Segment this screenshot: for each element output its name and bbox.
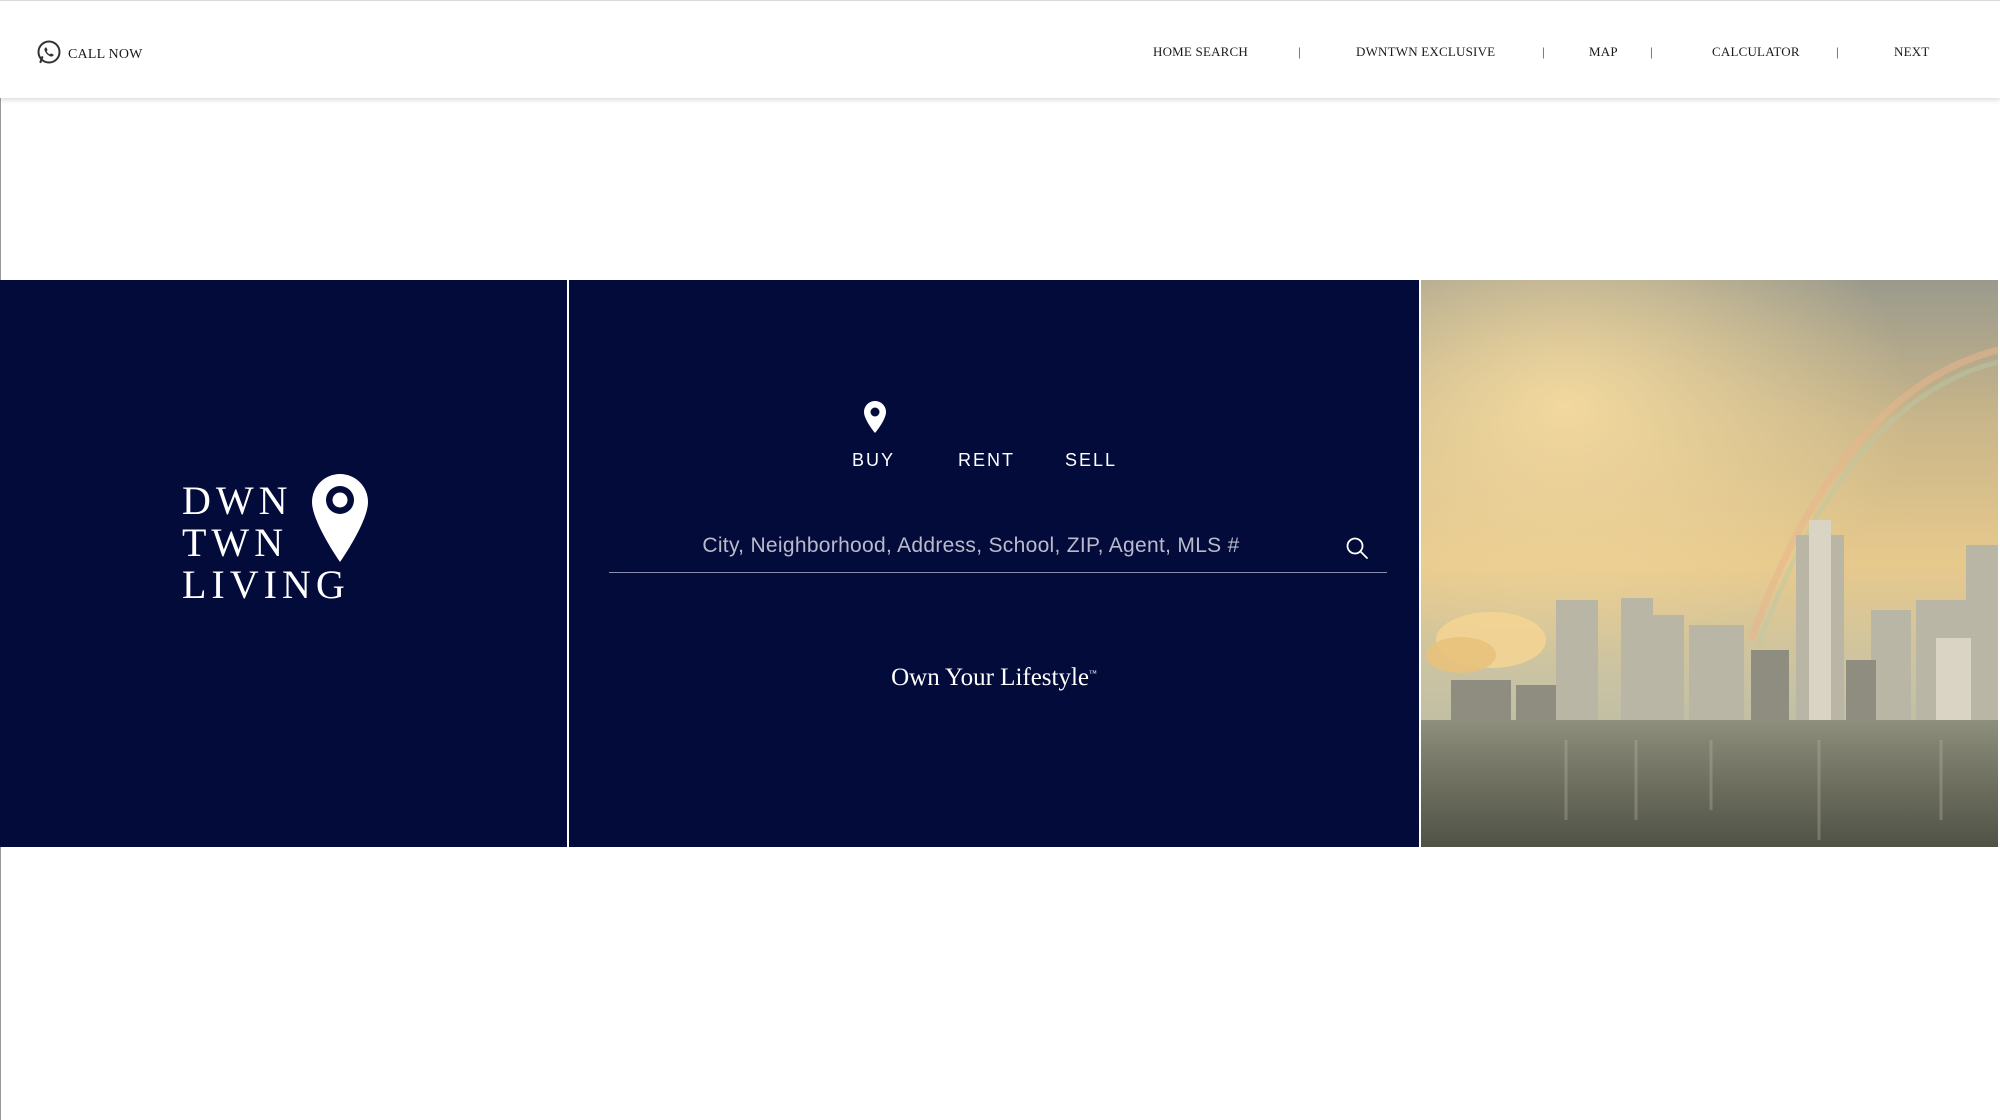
search-box <box>609 520 1387 573</box>
search-tabs: BUY RENT SELL <box>569 400 1419 470</box>
logo-panel: DWN TWN LIVING <box>0 280 567 847</box>
hero-section: DWN TWN LIVING BUY RENT SELL City, Neigh… <box>0 280 2000 847</box>
trademark-mark: ™ <box>1089 668 1097 678</box>
tab-rent[interactable]: RENT <box>958 450 1015 471</box>
nav-separator: | <box>1650 44 1653 59</box>
nav-next[interactable]: NEXT <box>1894 44 1929 60</box>
brand-logo[interactable]: DWN TWN LIVING <box>182 474 368 606</box>
main-navigation: HOME SEARCH | DWNTWN EXCLUSIVE | MAP | C… <box>0 44 2000 64</box>
nav-calculator[interactable]: CALCULATOR <box>1712 44 1800 60</box>
city-skyline-photo <box>1421 280 1998 847</box>
search-panel: BUY RENT SELL Own Your Lifestyle™ <box>569 280 1419 847</box>
search-input[interactable] <box>609 520 1333 572</box>
nav-separator: | <box>1836 44 1839 59</box>
tagline: Own Your Lifestyle™ <box>569 664 1419 692</box>
tagline-text: Own Your Lifestyle <box>891 664 1090 691</box>
top-navigation-bar: CALL NOW HOME SEARCH | DWNTWN EXCLUSIVE … <box>0 0 2000 98</box>
tab-buy[interactable]: BUY <box>852 450 895 471</box>
nav-dwntwn-exclusive[interactable]: DWNTWN EXCLUSIVE <box>1356 44 1495 60</box>
active-tab-pin-icon <box>863 400 887 439</box>
nav-separator: | <box>1298 44 1301 59</box>
nav-separator: | <box>1542 44 1545 59</box>
nav-map[interactable]: MAP <box>1589 44 1618 60</box>
search-icon[interactable] <box>1345 536 1369 565</box>
map-pin-icon <box>310 472 370 572</box>
nav-home-search[interactable]: HOME SEARCH <box>1153 44 1248 60</box>
tab-sell[interactable]: SELL <box>1065 450 1117 471</box>
